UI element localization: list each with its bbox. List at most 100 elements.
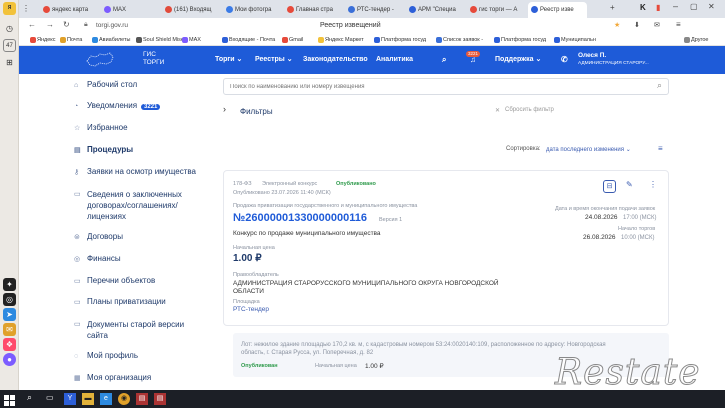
tab-favicon-icon — [287, 6, 294, 13]
taskbar-chrome-icon[interactable]: ◉ — [118, 393, 130, 405]
bookmark-item[interactable]: Яндекс — [30, 35, 56, 45]
bookmark-item[interactable]: Входящие - Почта — [222, 35, 275, 45]
sidebar-item[interactable]: ☆ Избранное — [74, 123, 128, 132]
search-input[interactable] — [230, 81, 650, 93]
bookmark-item[interactable]: Список заявок - — [436, 35, 483, 45]
sidebar-item[interactable]: ▭ Документы старой версии сайта — [74, 319, 207, 341]
alice-icon[interactable]: ● — [3, 353, 16, 366]
app-icon-1[interactable]: ✦ — [3, 278, 16, 291]
tab[interactable]: MAX — [101, 2, 160, 18]
phone-icon[interactable]: ✆ — [561, 46, 568, 74]
nav-support[interactable]: Поддержка ⌄ — [495, 46, 541, 74]
nav-torgi[interactable]: Торги ⌄ — [215, 46, 242, 74]
bookmark-item[interactable]: Яндекс Маркет — [318, 35, 364, 45]
sidebar-item[interactable]: ▭ Планы приватизации — [74, 297, 166, 306]
sidebar-item[interactable]: ◔ Уведомления 3221 — [74, 101, 161, 110]
minimize-icon[interactable]: – — [673, 1, 678, 11]
grid-icon[interactable]: ⊞ — [3, 56, 16, 69]
bookmark-item[interactable]: Soul Shield Miser — [136, 35, 186, 45]
bookmark-item[interactable]: Авиабилеты — [92, 35, 131, 45]
bookmark-item[interactable]: Другое — [684, 35, 708, 45]
tab[interactable]: яндекс карта — [40, 2, 99, 18]
platform-link[interactable]: РТС-тендер — [233, 306, 269, 313]
filters-title[interactable]: Фильтры — [240, 107, 273, 116]
extension-icon[interactable]: ✉ — [654, 21, 660, 29]
telegram-icon[interactable]: ➤ — [3, 308, 16, 321]
gis-torgi-logo[interactable] — [86, 51, 130, 69]
start-icon[interactable] — [4, 393, 15, 406]
sidebar-item-label: Мой профиль — [87, 351, 139, 360]
taskbar-app-icon[interactable]: ▤ — [154, 393, 166, 405]
header-search-icon[interactable]: ⌕ — [442, 46, 446, 74]
taskbar-pdf-icon[interactable]: ▤ — [136, 393, 148, 405]
forward-icon[interactable]: → — [46, 20, 54, 29]
tab-label: гис торги — А — [479, 7, 518, 13]
search-icon[interactable]: ⌕ — [657, 80, 662, 91]
download-icon[interactable]: ⬇ — [634, 21, 640, 29]
sidebar-item[interactable]: ◎ Финансы — [74, 254, 121, 263]
search-box[interactable]: ⌕ — [223, 78, 669, 95]
filters-expand-chevron-icon[interactable]: › — [223, 104, 226, 114]
notice-number-link[interactable]: №26000001330000000116 — [233, 212, 367, 224]
k-ext-icon[interactable]: K — [640, 3, 646, 12]
yandex-browser-logo-icon[interactable]: Я — [3, 2, 16, 15]
browser-menu-icon[interactable]: ≡ — [676, 20, 681, 29]
mail-app-icon[interactable]: ✉ — [3, 323, 16, 336]
clock-icon[interactable]: ◷ — [3, 22, 16, 35]
task-view-icon[interactable]: ▭ — [46, 393, 54, 402]
bookmark-item[interactable]: Платформа госуд — [374, 35, 426, 45]
sidebar-item[interactable]: ▦ Моя организация — [74, 373, 151, 382]
bookmark-item[interactable]: Платформа госуд — [494, 35, 546, 45]
compare-icon[interactable]: ⊟ — [603, 180, 616, 193]
mail-counter-badge[interactable]: 47 — [3, 39, 16, 52]
sort-dropdown[interactable]: дата последнего изменения ⌄ — [546, 146, 631, 153]
taskbar-browser-icon[interactable]: e — [100, 393, 112, 405]
edit-icon[interactable]: ✎ — [626, 180, 633, 189]
reload-icon[interactable]: ↻ — [63, 20, 70, 29]
more-options-icon[interactable]: ⋮ — [649, 180, 657, 189]
tab-favicon-icon — [348, 6, 355, 13]
file-explorer-icon[interactable]: ▬ — [82, 393, 94, 405]
tab[interactable]: (161) Входящ — [162, 2, 221, 18]
sidebar-item[interactable]: ▭ Перечни объектов — [74, 276, 155, 285]
bookmark-icon — [60, 37, 66, 43]
tab-label: Мои фотогра — [235, 7, 272, 13]
tabs-menu-icon[interactable]: ⋮ — [22, 4, 30, 13]
maximize-icon[interactable]: ▢ — [690, 2, 698, 11]
sidebar-item[interactable]: ⚷ Заявки на осмотр имущества — [74, 167, 196, 176]
bookmark-item[interactable]: Муниципальн — [554, 35, 596, 45]
new-tab-icon[interactable]: + — [610, 3, 615, 12]
user-name[interactable]: Олеся П. — [578, 52, 606, 59]
reset-filter-icon[interactable]: ✕ — [495, 107, 500, 114]
bookmark-item[interactable]: MAX — [182, 35, 201, 45]
sidebar-item[interactable]: ⌂ Рабочий стол — [74, 80, 137, 89]
url-field[interactable]: torgi.gov.ru — [96, 20, 176, 32]
reset-filter-button[interactable]: Сбросить фильтр — [505, 107, 554, 113]
tab[interactable]: Реестр изве — [528, 2, 587, 18]
sort-order-icon[interactable]: ≡ — [658, 144, 663, 153]
sidebar-item[interactable]: ▤ Процедуры — [74, 145, 133, 154]
taskbar-search-icon[interactable]: ⌕ — [27, 392, 32, 403]
tab[interactable]: АРМ "Специа — [406, 2, 465, 18]
tab[interactable]: Мои фотогра — [223, 2, 282, 18]
taskbar-app-y-icon[interactable]: Y — [64, 393, 76, 405]
nav-legislation[interactable]: Законодательство — [303, 46, 368, 74]
bookmark-item[interactable]: Gmail — [282, 35, 303, 45]
bookmark-icon — [136, 37, 142, 43]
sidebar-item[interactable]: ▭ Сведения о заключенных договорах/соглаш… — [74, 189, 207, 222]
tab[interactable]: РТС-тендер - — [345, 2, 404, 18]
bookmark-star-icon[interactable]: ★ — [614, 21, 620, 29]
sidebar-item-label: Моя организация — [87, 373, 152, 382]
app-icon-2[interactable]: ◎ — [3, 293, 16, 306]
nav-analytics[interactable]: Аналитика — [376, 46, 413, 74]
sidebar-item[interactable]: ◌ Мой профиль — [74, 351, 138, 360]
bookmark-item[interactable]: Почта — [60, 35, 82, 45]
back-icon[interactable]: ← — [28, 20, 36, 29]
tab[interactable]: Главная стра — [284, 2, 343, 18]
app-icon-3[interactable]: ❖ — [3, 338, 16, 351]
sidebar-item[interactable]: ⊜ Договоры — [74, 232, 123, 241]
tab[interactable]: гис торги — А — [467, 2, 526, 18]
bookmark-ext-icon[interactable]: ▮ — [656, 3, 660, 12]
nav-reestry[interactable]: Реестры ⌄ — [255, 46, 293, 74]
close-window-icon[interactable]: ✕ — [708, 2, 715, 11]
